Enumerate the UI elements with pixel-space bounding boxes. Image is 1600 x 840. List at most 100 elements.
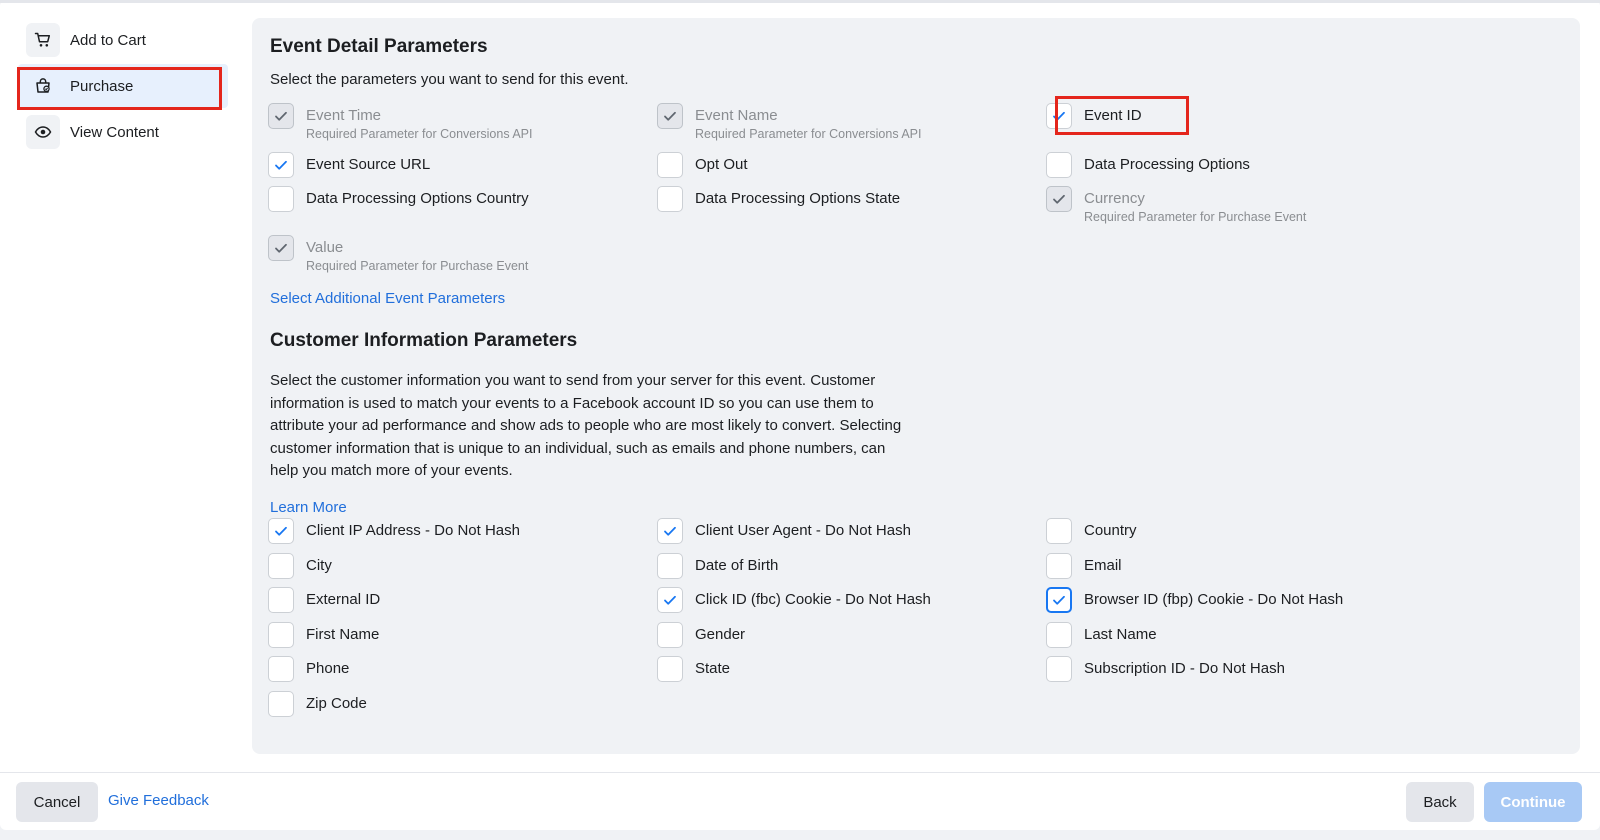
dialog: Add to Cart Purchase View Content Event … [0, 0, 1600, 830]
check-icon [1053, 595, 1065, 605]
param-label: Email [1084, 557, 1122, 574]
param-label: Phone [306, 660, 350, 677]
param-gender[interactable]: Gender [657, 622, 745, 648]
param-click-id-fbc-cookie-do-not-hash[interactable]: Click ID (fbc) Cookie - Do Not Hash [657, 587, 931, 613]
param-note: Required Parameter for Purchase Event [306, 259, 529, 273]
checkbox[interactable] [1046, 103, 1072, 129]
param-note: Required Parameter for Purchase Event [1084, 210, 1307, 224]
param-subscription-id-do-not-hash[interactable]: Subscription ID - Do Not Hash [1046, 656, 1285, 682]
checkbox[interactable] [1046, 152, 1072, 178]
checkbox[interactable] [268, 656, 294, 682]
checkbox[interactable] [1046, 553, 1072, 579]
checkbox[interactable] [657, 186, 683, 212]
shopping-bag-icon [26, 69, 60, 103]
param-city[interactable]: City [268, 553, 332, 579]
checkbox[interactable] [268, 553, 294, 579]
param-label: Event Name [695, 107, 778, 124]
checkbox[interactable] [268, 622, 294, 648]
param-label: Data Processing Options State [695, 190, 901, 207]
param-note: Required Parameter for Conversions API [695, 127, 922, 141]
param-label: Browser ID (fbp) Cookie - Do Not Hash [1084, 591, 1344, 608]
event-sidebar: Add to Cart Purchase View Content [18, 18, 228, 156]
check-icon [664, 595, 676, 605]
param-label: State [695, 660, 731, 677]
check-icon [275, 243, 287, 253]
checkbox[interactable] [657, 553, 683, 579]
checkbox[interactable] [1046, 587, 1072, 613]
param-data-processing-options-state[interactable]: Data Processing Options State [657, 186, 900, 212]
param-label: Subscription ID - Do Not Hash [1084, 660, 1285, 677]
param-note: Required Parameter for Conversions API [306, 127, 533, 141]
checkbox[interactable] [268, 152, 294, 178]
param-client-user-agent-do-not-hash[interactable]: Client User Agent - Do Not Hash [657, 518, 911, 544]
event-section-title: Event Detail Parameters [270, 36, 488, 57]
give-feedback-link[interactable]: Give Feedback [108, 792, 209, 809]
param-label: Client User Agent - Do Not Hash [695, 522, 911, 539]
checkbox[interactable] [657, 622, 683, 648]
sidebar-item-view-content[interactable]: View Content [18, 110, 228, 154]
checkbox [268, 103, 294, 129]
check-icon [1053, 111, 1065, 121]
param-label: Event Source URL [306, 156, 431, 173]
param-label: Date of Birth [695, 557, 779, 574]
checkbox[interactable] [657, 656, 683, 682]
check-icon [664, 526, 676, 536]
param-label: Data Processing Options Country [306, 190, 529, 207]
param-browser-id-fbp-cookie-do-not-hash[interactable]: Browser ID (fbp) Cookie - Do Not Hash [1046, 587, 1343, 613]
param-country[interactable]: Country [1046, 518, 1137, 544]
checkbox[interactable] [1046, 518, 1072, 544]
param-zip-code[interactable]: Zip Code [268, 691, 367, 717]
sidebar-item-add-to-cart[interactable]: Add to Cart [18, 18, 228, 62]
select-additional-params-link[interactable]: Select Additional Event Parameters [270, 290, 505, 307]
param-event-time: Event Time Required Parameter for Convers… [268, 103, 533, 143]
param-label: External ID [306, 591, 381, 608]
checkbox[interactable] [268, 587, 294, 613]
param-event-id[interactable]: Event ID [1046, 103, 1142, 129]
checkbox[interactable] [657, 152, 683, 178]
checkbox[interactable] [268, 691, 294, 717]
param-label: Click ID (fbc) Cookie - Do Not Hash [695, 591, 931, 608]
param-event-name: Event Name Required Parameter for Convers… [657, 103, 922, 143]
parameters-panel: Event Detail Parameters Select the param… [252, 18, 1580, 754]
checkbox[interactable] [1046, 622, 1072, 648]
event-section-subtitle: Select the parameters you want to send f… [270, 71, 629, 88]
param-currency: Currency Required Parameter for Purchase … [1046, 186, 1306, 226]
sidebar-item-label: Add to Cart [70, 31, 146, 49]
param-label: First Name [306, 626, 380, 643]
param-event-source-url[interactable]: Event Source URL [268, 152, 430, 178]
param-phone[interactable]: Phone [268, 656, 349, 682]
param-label: Gender [695, 626, 746, 643]
sidebar-item-purchase[interactable]: Purchase [18, 64, 228, 108]
param-label: Value [306, 239, 344, 256]
param-data-processing-options[interactable]: Data Processing Options [1046, 152, 1250, 178]
footer-divider [0, 772, 1600, 773]
param-last-name[interactable]: Last Name [1046, 622, 1157, 648]
eye-icon [26, 115, 60, 149]
checkbox[interactable] [268, 518, 294, 544]
sidebar-item-label: View Content [70, 123, 159, 141]
param-label: City [306, 557, 332, 574]
param-email[interactable]: Email [1046, 553, 1122, 579]
continue-button[interactable]: Continue [1484, 782, 1582, 822]
param-label: Client IP Address - Do Not Hash [306, 522, 520, 539]
param-data-processing-options-country[interactable]: Data Processing Options Country [268, 186, 529, 212]
checkbox[interactable] [657, 587, 683, 613]
param-external-id[interactable]: External ID [268, 587, 380, 613]
checkbox[interactable] [268, 186, 294, 212]
learn-more-link[interactable]: Learn More [270, 499, 347, 516]
param-label: Opt Out [695, 156, 748, 173]
customer-section-description: Select the customer information you want… [270, 372, 902, 479]
check-icon [275, 160, 287, 170]
checkbox[interactable] [657, 518, 683, 544]
checkbox[interactable] [1046, 656, 1072, 682]
param-client-ip-address-do-not-hash[interactable]: Client IP Address - Do Not Hash [268, 518, 520, 544]
cancel-button[interactable]: Cancel [16, 782, 98, 822]
checkbox [657, 103, 683, 129]
param-state[interactable]: State [657, 656, 730, 682]
param-first-name[interactable]: First Name [268, 622, 379, 648]
back-button[interactable]: Back [1406, 782, 1474, 822]
param-opt-out[interactable]: Opt Out [657, 152, 748, 178]
param-date-of-birth[interactable]: Date of Birth [657, 553, 778, 579]
param-label: Event ID [1084, 107, 1142, 124]
param-label: Data Processing Options [1084, 156, 1250, 173]
